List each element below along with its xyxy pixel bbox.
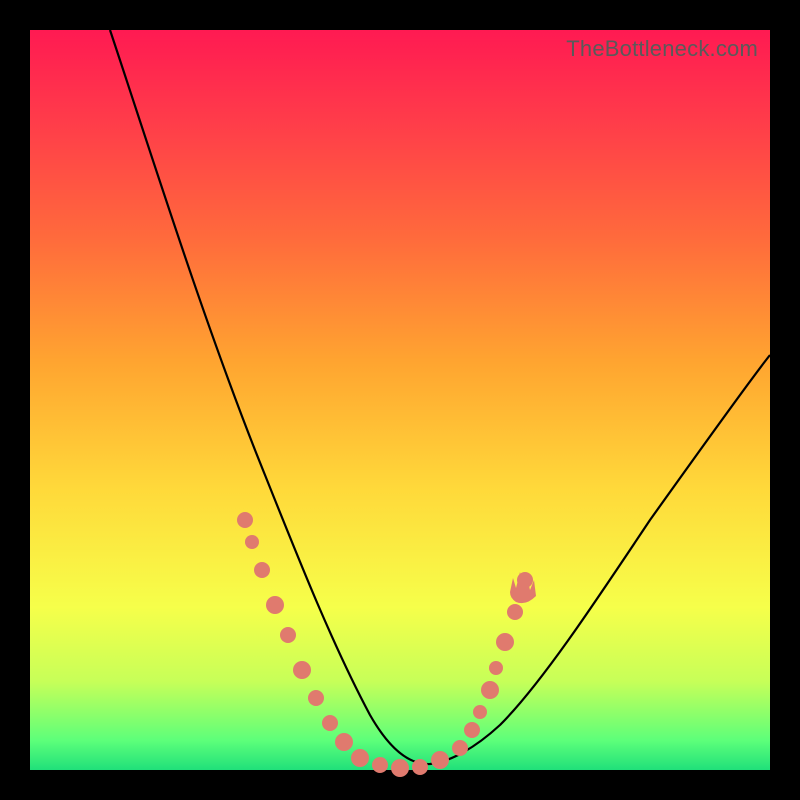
curve-svg <box>30 30 770 770</box>
plot-area: TheBottleneck.com <box>30 30 770 770</box>
outer-frame: TheBottleneck.com <box>0 0 800 800</box>
bottleneck-curve <box>110 30 770 764</box>
